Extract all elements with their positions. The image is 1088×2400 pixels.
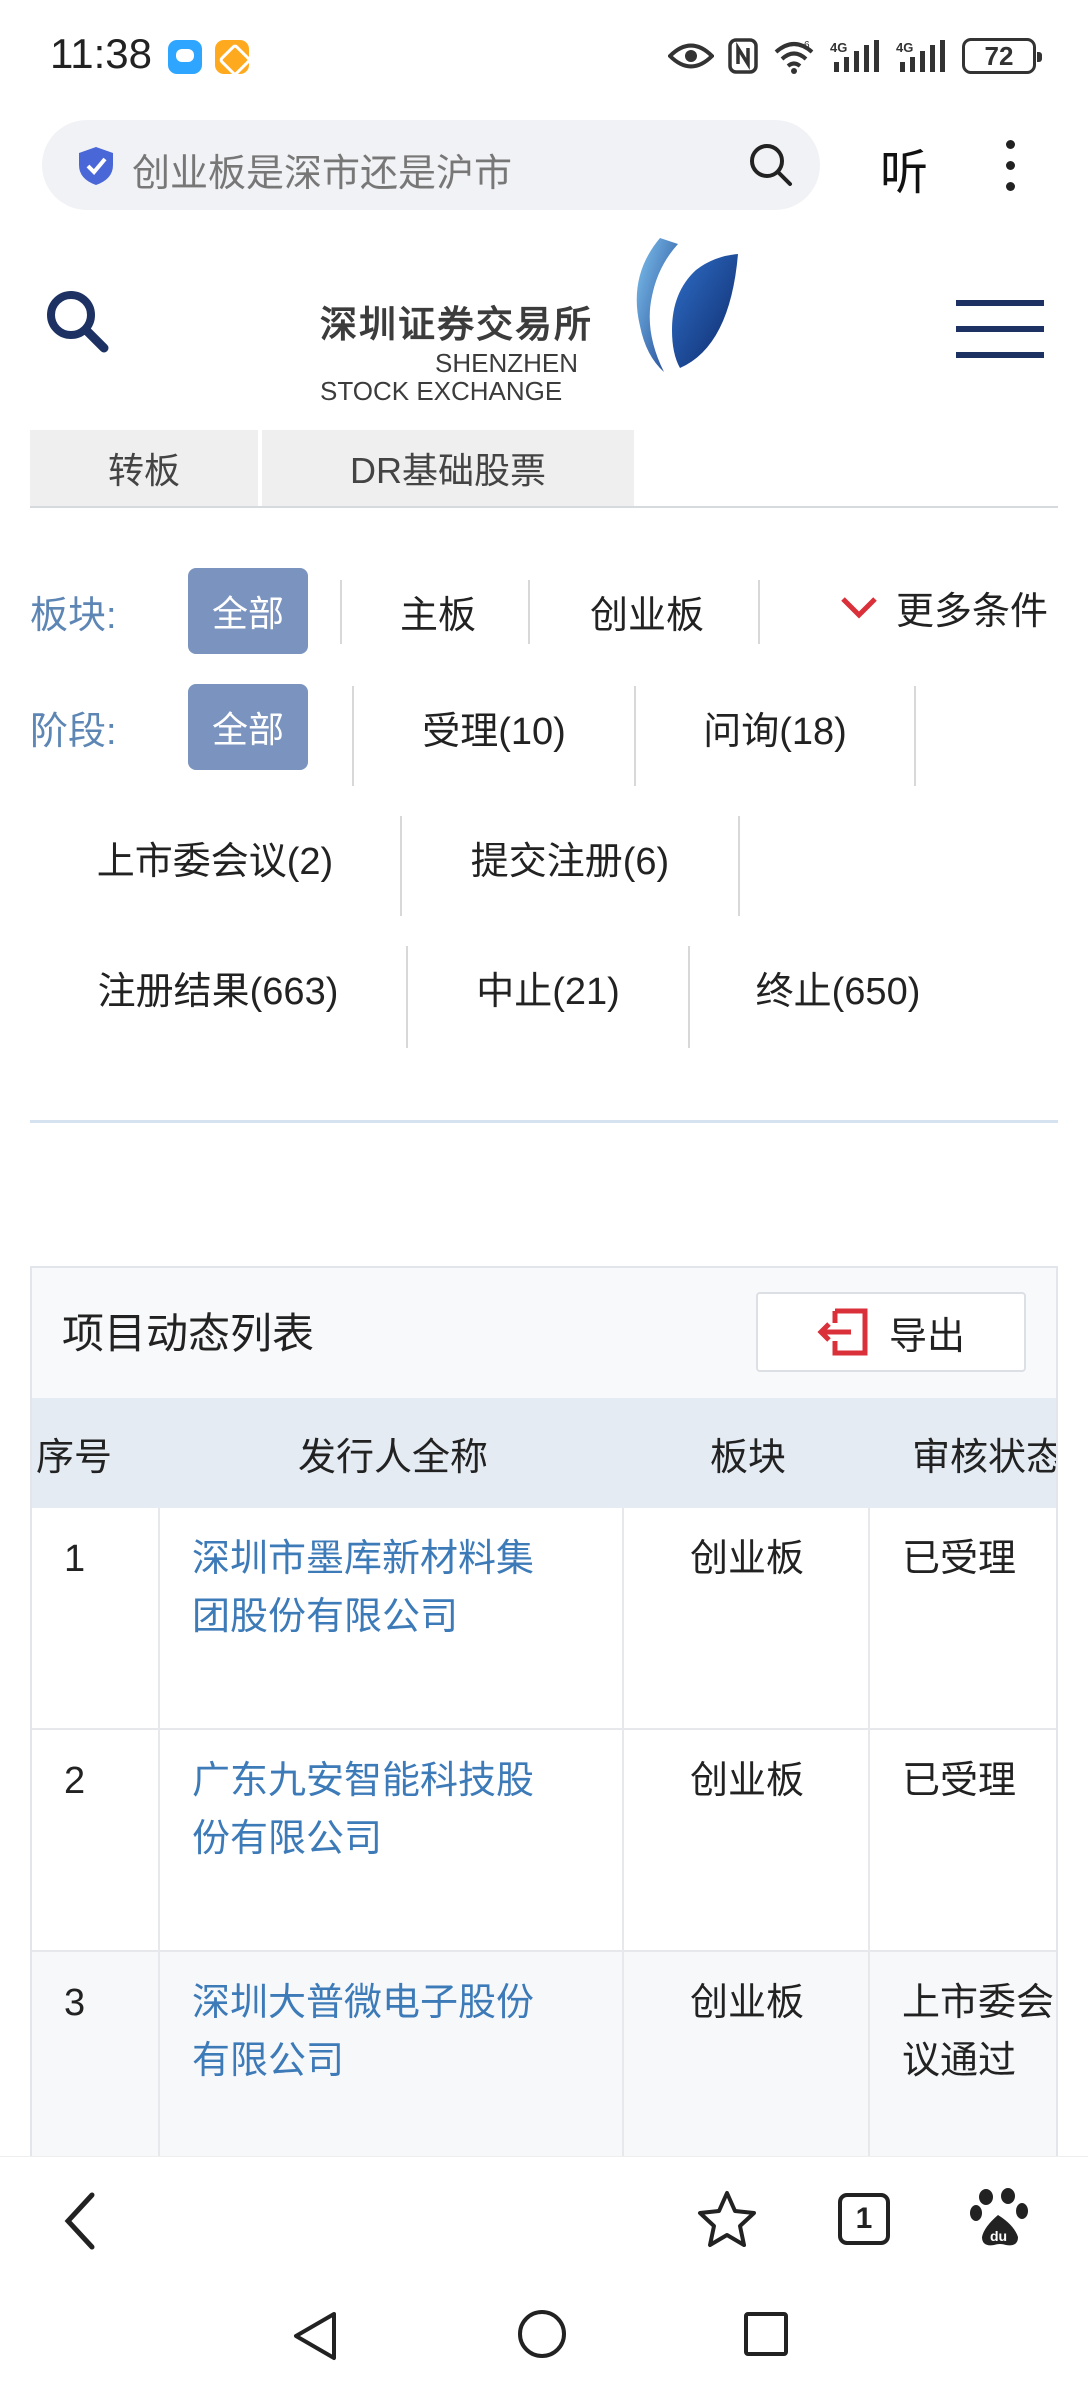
svg-text:6: 6 xyxy=(804,40,810,51)
svg-text:4G: 4G xyxy=(830,40,847,55)
stage-accepted-option[interactable]: 受理(10) xyxy=(354,684,634,770)
more-conditions-button[interactable]: 更多条件 xyxy=(840,580,1048,635)
message-app-icon xyxy=(168,40,202,74)
back-arrow-icon[interactable] xyxy=(60,2191,100,2251)
logo-english-line1: SHENZHEN xyxy=(435,348,579,378)
row-index: 2 xyxy=(32,1730,160,1950)
table-row: 2 广东九安智能科技股 份有限公司 创业板 已受理 xyxy=(32,1730,1056,1952)
szse-emblem-icon xyxy=(636,238,738,372)
sector-main-board-option[interactable]: 主板 xyxy=(350,568,526,654)
battery-level: 72 xyxy=(984,40,1014,71)
project-list-title: 项目动态列表 xyxy=(62,1310,315,1357)
battery-icon: 72 xyxy=(962,38,1042,74)
eye-icon xyxy=(668,43,714,69)
nfc-icon xyxy=(728,38,758,74)
row-status: 已受理 xyxy=(902,1538,1017,1580)
project-list-panel: 项目动态列表 导出 序号 发行人全称 板块 审核状态 1 深圳市墨库新材料集 团股… xyxy=(30,1266,1058,2166)
baidu-paw-icon[interactable]: du xyxy=(970,2187,1030,2249)
stage-submit-registration-option[interactable]: 提交注册(6) xyxy=(402,814,738,900)
export-icon xyxy=(817,1308,868,1356)
tab-count-button[interactable]: 1 xyxy=(838,2193,890,2245)
tab-dr-stock[interactable]: DR基础股票 xyxy=(262,430,634,506)
stage-terminated-option[interactable]: 终止(650) xyxy=(690,944,986,1030)
sector-filter-label: 板块: xyxy=(30,595,117,637)
table-header: 序号 发行人全称 板块 审核状态 xyxy=(32,1398,1058,1508)
search-query: 创业板是深市还是沪市 xyxy=(132,153,513,195)
row-sector: 创业板 xyxy=(626,1508,870,1728)
svg-text:4G: 4G xyxy=(896,40,913,55)
svg-text:du: du xyxy=(990,2228,1007,2244)
logo-english-line2: STOCK EXCHANGE xyxy=(320,376,563,406)
issuer-name-link[interactable]: 深圳市墨库新材料集 团股份有限公司 xyxy=(162,1508,624,1728)
logo-chinese-name: 深圳证券交易所 xyxy=(320,304,593,345)
status-bar: 11:38 6 4G 4G 72 xyxy=(0,0,1088,110)
note-app-icon xyxy=(215,40,249,74)
signal-4g-icon: 4G xyxy=(896,40,945,72)
search-icon[interactable] xyxy=(748,142,794,188)
issuer-name-link[interactable]: 广东九安智能科技股 份有限公司 xyxy=(162,1730,624,1950)
issuer-name-link[interactable]: 深圳大普微电子股份 有限公司 xyxy=(162,1952,624,2164)
nav-home-icon[interactable] xyxy=(518,2310,566,2358)
listen-button[interactable]: 听 xyxy=(880,133,928,203)
column-header-status: 审核状态 xyxy=(912,1436,1058,1479)
column-header-sector: 板块 xyxy=(709,1436,786,1479)
menu-icon[interactable] xyxy=(956,300,1044,362)
site-search-icon[interactable] xyxy=(44,288,110,354)
browser-search-bar[interactable]: 创业板是深市还是沪市 xyxy=(42,120,820,210)
sector-all-option[interactable]: 全部 xyxy=(188,568,308,654)
browser-bottom-bar: 1 du xyxy=(0,2156,1088,2282)
shield-icon xyxy=(79,147,113,185)
row-status: 上市委会 议通过 xyxy=(902,1982,1055,2082)
stage-suspended-option[interactable]: 中止(21) xyxy=(408,944,688,1030)
wifi-icon: 6 xyxy=(774,40,814,74)
board-tabs: 转板 DR基础股票 xyxy=(30,430,1058,508)
stage-all-option[interactable]: 全部 xyxy=(188,684,308,770)
stage-filter-label: 阶段: xyxy=(30,711,117,753)
row-sector: 创业板 xyxy=(626,1730,870,1950)
szse-logo[interactable]: 深圳证券交易所 SHENZHEN STOCK EXCHANGE xyxy=(320,236,740,406)
table-row: 1 深圳市墨库新材料集 团股份有限公司 创业板 已受理 xyxy=(32,1508,1056,1730)
stage-inquiry-option[interactable]: 问询(18) xyxy=(636,684,914,770)
column-header-issuer: 发行人全称 xyxy=(297,1436,488,1479)
more-conditions-label: 更多条件 xyxy=(896,591,1049,633)
stage-registration-result-option[interactable]: 注册结果(663) xyxy=(30,944,406,1030)
table-row: 3 深圳大普微电子股份 有限公司 创业板 上市委会 议通过 xyxy=(32,1952,1056,2164)
nav-recent-apps-icon[interactable] xyxy=(744,2312,788,2356)
chevron-down-icon xyxy=(841,596,877,619)
export-button[interactable]: 导出 xyxy=(756,1292,1026,1372)
sector-chinext-option[interactable]: 创业板 xyxy=(538,568,756,654)
status-time: 11:38 xyxy=(50,30,152,77)
system-navigation-bar xyxy=(0,2282,1088,2400)
column-header-index: 序号 xyxy=(36,1436,113,1479)
stage-listing-committee-option[interactable]: 上市委会议(2) xyxy=(30,814,400,900)
nav-back-icon[interactable] xyxy=(290,2310,340,2362)
filter-divider xyxy=(30,1120,1058,1123)
row-sector: 创业板 xyxy=(626,1952,870,2164)
row-index: 3 xyxy=(32,1952,160,2164)
row-status: 已受理 xyxy=(902,1760,1017,1802)
row-index: 1 xyxy=(32,1508,160,1728)
bookmark-star-icon[interactable] xyxy=(696,2189,758,2249)
export-label: 导出 xyxy=(888,1315,965,1358)
signal-4g-icon: 4G xyxy=(830,40,879,72)
more-menu-icon[interactable] xyxy=(1000,140,1020,196)
tab-transfer-board[interactable]: 转板 xyxy=(30,430,258,506)
